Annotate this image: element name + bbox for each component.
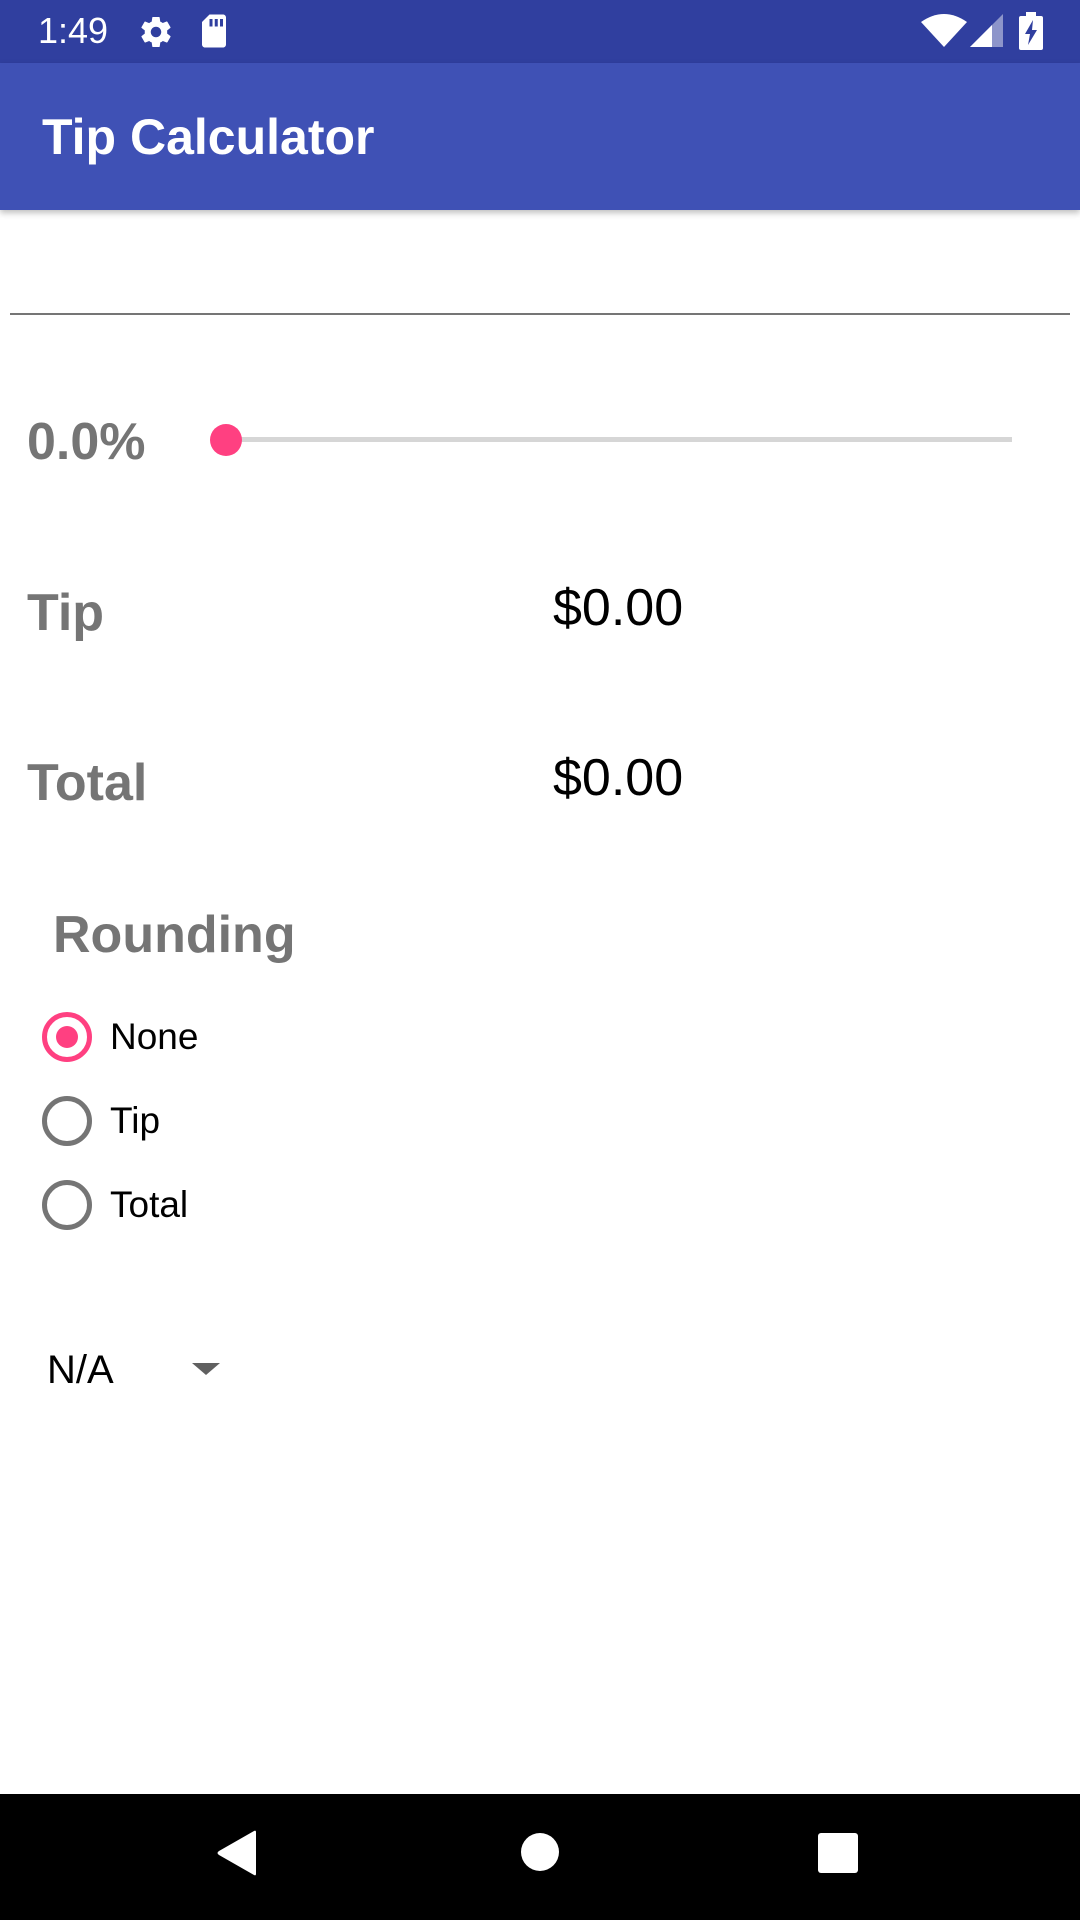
status-time: 1:49 bbox=[38, 10, 109, 51]
home-icon[interactable] bbox=[521, 1833, 559, 1876]
bill-amount-input[interactable] bbox=[10, 225, 1070, 315]
signal-icon bbox=[970, 14, 1004, 53]
back-icon[interactable] bbox=[216, 1830, 258, 1881]
radio-button-circle bbox=[42, 1096, 92, 1146]
tip-percent-slider[interactable] bbox=[226, 437, 1012, 442]
rounding-title: Rounding bbox=[53, 906, 296, 964]
rounding-spinner[interactable]: N/A bbox=[40, 1340, 240, 1400]
app-title: Tip Calculator bbox=[42, 109, 375, 165]
tip-value: $0.00 bbox=[553, 579, 684, 637]
total-label: Total bbox=[27, 754, 148, 812]
tip-label: Tip bbox=[27, 584, 105, 642]
wifi-icon bbox=[921, 14, 967, 53]
radio-selected-dot bbox=[56, 1026, 78, 1048]
radio-button-circle bbox=[42, 1012, 92, 1062]
status-bar: 1:49 bbox=[0, 0, 1080, 63]
app-bar: Tip Calculator bbox=[0, 63, 1080, 210]
sd-card-icon bbox=[198, 13, 230, 54]
battery-charging-icon bbox=[1019, 12, 1043, 55]
radio-none[interactable]: None bbox=[40, 1007, 440, 1067]
navigation-bar bbox=[0, 1794, 1080, 1920]
radio-total[interactable]: Total bbox=[40, 1175, 440, 1235]
radio-label: Total bbox=[110, 1184, 189, 1225]
dropdown-arrow-icon bbox=[192, 1363, 220, 1375]
spinner-selected-value: N/A bbox=[47, 1348, 114, 1392]
radio-button-circle bbox=[42, 1180, 92, 1230]
tip-percent-label: 0.0% bbox=[27, 413, 146, 471]
gear-icon bbox=[138, 14, 174, 55]
radio-label: None bbox=[110, 1016, 199, 1057]
slider-thumb[interactable] bbox=[210, 424, 242, 456]
radio-tip[interactable]: Tip bbox=[40, 1091, 440, 1151]
total-value: $0.00 bbox=[553, 749, 684, 807]
radio-label: Tip bbox=[110, 1100, 161, 1141]
recents-icon[interactable] bbox=[818, 1833, 858, 1878]
